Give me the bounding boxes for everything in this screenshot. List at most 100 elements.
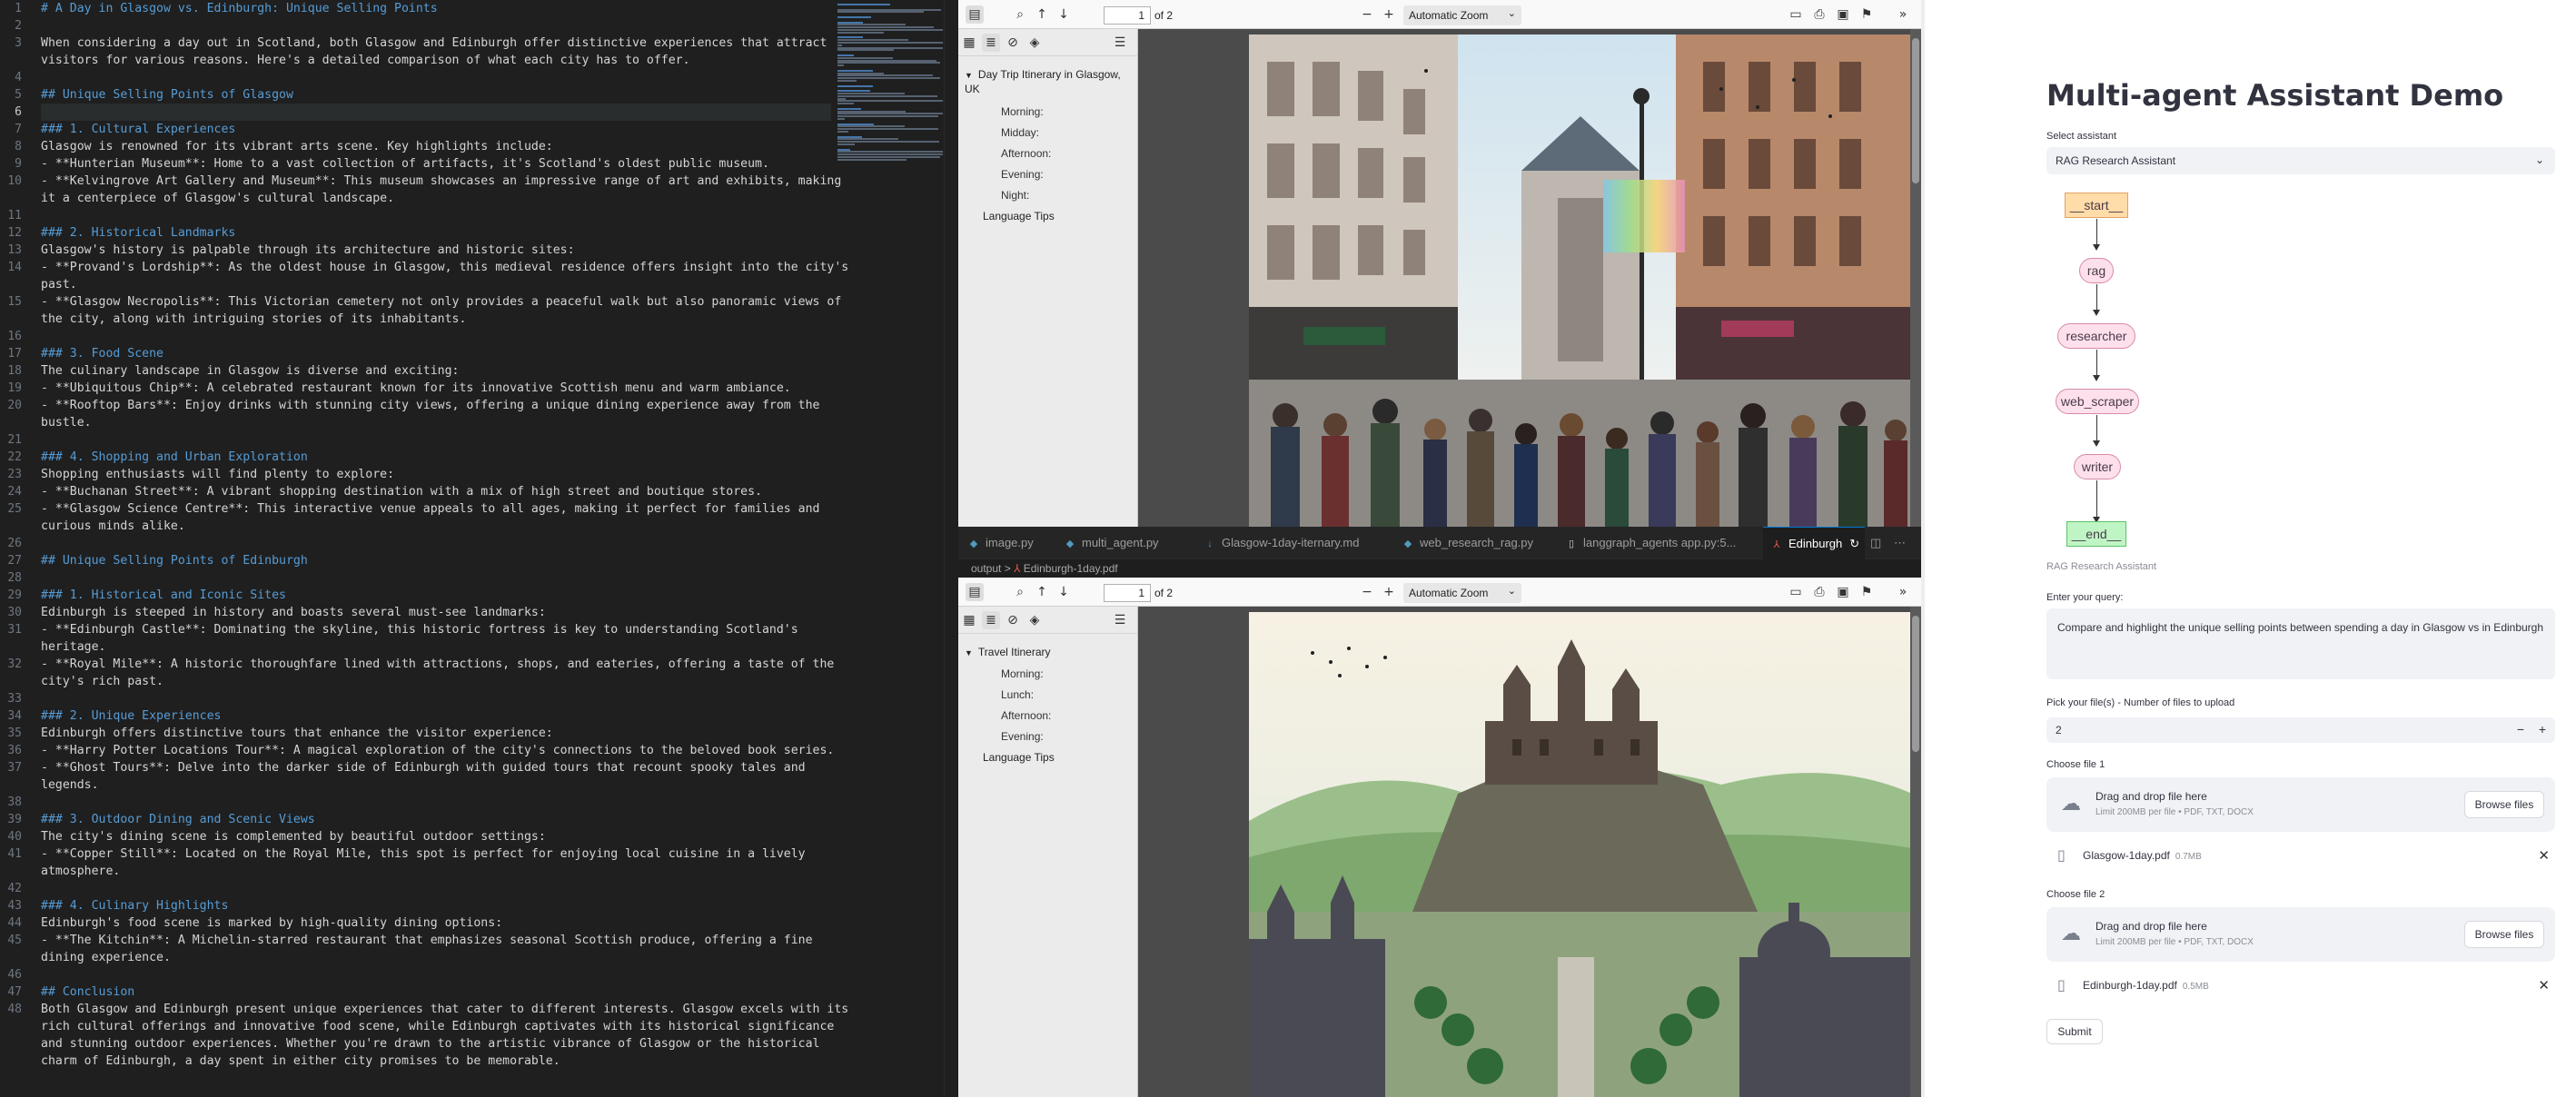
outline-item[interactable]: Night: bbox=[1001, 189, 1029, 202]
files-count-stepper[interactable]: 2 − + bbox=[2046, 717, 2555, 743]
zoom-select[interactable]: Automatic Zoom ⌄ bbox=[1403, 5, 1521, 25]
tab-multi-agent-py[interactable]: ◆ multi_agent.py bbox=[1064, 527, 1159, 559]
code-line[interactable]: - **Provand's Lordship**: As the oldest … bbox=[41, 259, 848, 276]
code-line[interactable]: - **Ubiquitous Chip**: A celebrated rest… bbox=[41, 380, 791, 397]
code-line[interactable]: When considering a day out in Scotland, … bbox=[41, 35, 827, 52]
layers-icon[interactable]: ◈ bbox=[1025, 611, 1044, 629]
page-number-input[interactable]: 1 bbox=[1104, 584, 1151, 602]
code-line[interactable]: city's rich past. bbox=[41, 673, 163, 690]
thumbnails-icon[interactable]: ▦ bbox=[960, 611, 978, 629]
thumbnails-icon[interactable]: ▦ bbox=[960, 34, 978, 52]
pdf-scrollbar[interactable] bbox=[1910, 29, 1921, 527]
sidebar-toggle-icon[interactable]: ▤ bbox=[966, 583, 984, 601]
code-line[interactable]: ### 4. Shopping and Urban Exploration bbox=[41, 449, 308, 466]
save-icon[interactable]: ▣ bbox=[1834, 583, 1852, 601]
open-file-icon[interactable]: ▭ bbox=[1787, 5, 1805, 24]
markdown-editor[interactable]: 1 2 3 4 5 6 7 8 9 10 11 12 13 14 15 16 17 18 19 20 21 22 23 24 2… bbox=[0, 0, 958, 1097]
code-line[interactable]: visitors for various reasons. Here's a d… bbox=[41, 52, 690, 69]
tools-menu-icon[interactable]: » bbox=[1894, 5, 1912, 24]
remove-file-icon[interactable]: ✕ bbox=[2538, 847, 2550, 864]
next-page-icon[interactable]: ↓ bbox=[1055, 583, 1073, 601]
assistant-select[interactable]: RAG Research Assistant ⌄ bbox=[2046, 147, 2555, 174]
zoom-select[interactable]: Automatic Zoom ⌄ bbox=[1403, 583, 1521, 603]
outline-item[interactable]: Midday: bbox=[1001, 126, 1039, 139]
minus-icon[interactable]: − bbox=[2517, 722, 2524, 736]
code-line[interactable]: ### 2. Unique Experiences bbox=[41, 707, 222, 725]
code-line[interactable]: ### 1. Cultural Experiences bbox=[41, 121, 235, 138]
code-line[interactable]: - **Rooftop Bars**: Enjoy drinks with st… bbox=[41, 397, 819, 414]
page-viewport[interactable] bbox=[1138, 29, 1921, 527]
attachments-icon[interactable]: ⊘ bbox=[1004, 34, 1022, 52]
layers-icon[interactable]: ◈ bbox=[1025, 34, 1044, 52]
tab-web-research-rag-py[interactable]: ◆ web_research_rag.py bbox=[1402, 527, 1533, 559]
tab-edinburgh-pdf[interactable]: ⅄ Edinburgh ↻ bbox=[1763, 527, 1865, 559]
code-line[interactable]: dining experience. bbox=[41, 949, 171, 966]
outline-item[interactable]: Language Tips bbox=[983, 751, 1055, 764]
zoom-out-icon[interactable]: − bbox=[1358, 5, 1376, 24]
tools-menu-icon[interactable]: » bbox=[1894, 583, 1912, 601]
file2-dropzone[interactable]: ☁ Drag and drop file here Limit 200MB pe… bbox=[2046, 907, 2555, 962]
outline-item[interactable]: Afternoon: bbox=[1001, 709, 1051, 722]
scrollbar-thumb[interactable] bbox=[1912, 616, 1919, 752]
code-line[interactable]: ### 3. Outdoor Dining and Scenic Views bbox=[41, 811, 315, 828]
search-icon[interactable]: ⌕ bbox=[1011, 5, 1029, 24]
query-input[interactable]: Compare and highlight the unique selling… bbox=[2046, 608, 2555, 679]
outline-root[interactable]: ▼ Day Trip Itinerary in Glasgow, UK bbox=[965, 68, 1137, 96]
code-line[interactable]: ### 3. Food Scene bbox=[41, 345, 163, 362]
code-line[interactable]: curious minds alike. bbox=[41, 518, 185, 535]
plus-icon[interactable]: + bbox=[2539, 722, 2546, 736]
code-line[interactable]: - **Glasgow Necropolis**: This Victorian… bbox=[41, 293, 841, 311]
code-line[interactable]: Both Glasgow and Edinburgh present uniqu… bbox=[41, 1001, 848, 1018]
more-actions-icon[interactable]: ⋯ bbox=[1894, 527, 1906, 559]
remove-file-icon[interactable]: ✕ bbox=[2538, 977, 2550, 993]
code-line[interactable]: rich cultural offerings and innovative f… bbox=[41, 1018, 834, 1035]
refresh-icon[interactable]: ↻ bbox=[1849, 537, 1859, 550]
tab-langgraph-preview[interactable]: ▯ langgraph_agents app.py:5... bbox=[1565, 527, 1736, 559]
code-line[interactable]: Glasgow is renowned for its vibrant arts… bbox=[41, 138, 553, 155]
code-line[interactable]: past. bbox=[41, 276, 77, 293]
outline-item[interactable]: Evening: bbox=[1001, 168, 1044, 181]
outline-item[interactable]: Morning: bbox=[1001, 667, 1044, 680]
code-line[interactable]: - **Copper Still**: Located on the Royal… bbox=[41, 845, 806, 863]
code-line[interactable]: - **Harry Potter Locations Tour**: A mag… bbox=[41, 742, 834, 759]
code-line[interactable]: - **Royal Mile**: A historic thoroughfar… bbox=[41, 656, 834, 673]
code-line[interactable]: - **Kelvingrove Art Gallery and Museum**… bbox=[41, 173, 841, 190]
zoom-in-icon[interactable]: + bbox=[1380, 5, 1398, 24]
code-line[interactable]: Glasgow's history is palpable through it… bbox=[41, 242, 575, 259]
previous-page-icon[interactable]: ↑ bbox=[1033, 5, 1051, 24]
pdf-scrollbar[interactable] bbox=[1910, 607, 1921, 1097]
search-icon[interactable]: ⌕ bbox=[1011, 583, 1029, 601]
outline-root[interactable]: ▼ Travel Itinerary bbox=[965, 646, 1137, 660]
code-line[interactable]: - **The Kitchin**: A Michelin-starred re… bbox=[41, 932, 813, 949]
browse-files-button[interactable]: Browse files bbox=[2464, 791, 2544, 818]
previous-page-icon[interactable]: ↑ bbox=[1033, 583, 1051, 601]
code-line[interactable]: Edinburgh is steeped in history and boas… bbox=[41, 604, 546, 621]
tab-glasgow-md[interactable]: ↓ Glasgow-1day-iternary.md bbox=[1204, 527, 1359, 559]
breadcrumb-file[interactable]: Edinburgh-1day.pdf bbox=[1024, 562, 1118, 575]
breadcrumb-folder[interactable]: output bbox=[971, 562, 1001, 575]
zoom-out-icon[interactable]: − bbox=[1358, 583, 1376, 601]
print-icon[interactable]: ⎙ bbox=[1810, 5, 1828, 24]
code-line[interactable]: # A Day in Glasgow vs. Edinburgh: Unique… bbox=[41, 0, 438, 17]
open-file-icon[interactable]: ▭ bbox=[1787, 583, 1805, 601]
code-line[interactable]: bustle. bbox=[41, 414, 92, 431]
code-line[interactable]: Edinburgh's food scene is marked by high… bbox=[41, 914, 502, 932]
minimap[interactable] bbox=[837, 4, 945, 167]
code-line[interactable]: ## Conclusion bbox=[41, 983, 134, 1001]
current-outline-icon[interactable]: ☰ bbox=[1111, 34, 1129, 52]
outline-item[interactable]: Afternoon: bbox=[1001, 147, 1051, 160]
page-number-input[interactable]: 1 bbox=[1104, 6, 1151, 25]
outline-item[interactable]: Evening: bbox=[1001, 730, 1044, 743]
code-line[interactable]: atmosphere. bbox=[41, 863, 120, 880]
current-outline-icon[interactable]: ☰ bbox=[1111, 611, 1129, 629]
split-editor-icon[interactable]: ◫ bbox=[1870, 527, 1881, 559]
code-line[interactable]: The culinary landscape in Glasgow is div… bbox=[41, 362, 460, 380]
attachments-icon[interactable]: ⊘ bbox=[1004, 611, 1022, 629]
code-line[interactable]: - **Ghost Tours**: Delve into the darker… bbox=[41, 759, 806, 776]
code-area[interactable]: # A Day in Glasgow vs. Edinburgh: Unique… bbox=[41, 0, 848, 1097]
outline-item[interactable]: Morning: bbox=[1001, 105, 1044, 118]
code-line[interactable]: legends. bbox=[41, 776, 99, 794]
outline-icon[interactable]: ≣ bbox=[982, 34, 1000, 52]
page-viewport[interactable] bbox=[1138, 607, 1921, 1097]
next-page-icon[interactable]: ↓ bbox=[1055, 5, 1073, 24]
